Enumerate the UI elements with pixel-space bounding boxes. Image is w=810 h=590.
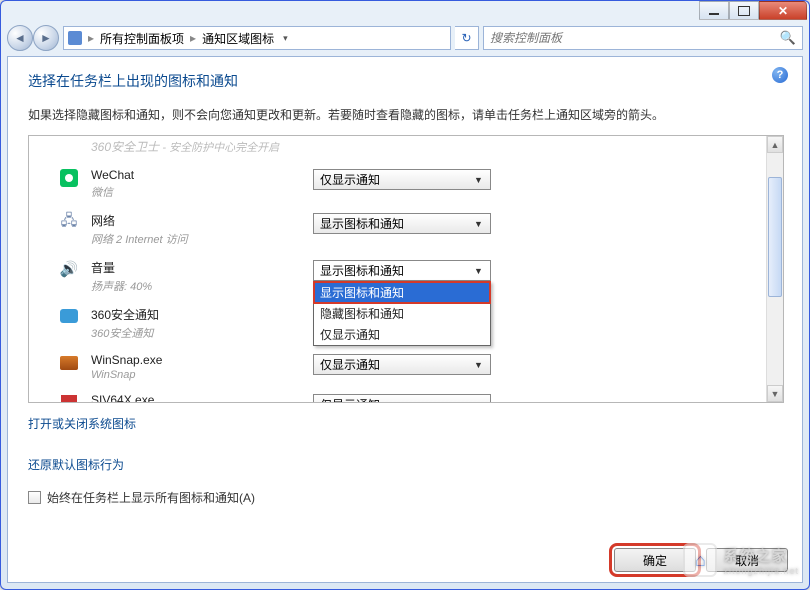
- close-button[interactable]: [759, 1, 807, 20]
- navbar: ◄ ► ▸ 所有控制面板项 ▸ 通知区域图标 ▾ ↻ 🔍: [1, 21, 809, 55]
- scroll-thumb[interactable]: [768, 177, 782, 297]
- behavior-combo[interactable]: 仅显示通知 ▼: [313, 354, 491, 375]
- item-subtitle: - 安全防护中心完全开启: [162, 142, 279, 154]
- behavior-dropdown: 显示图标和通知 隐藏图标和通知 仅显示通知: [313, 281, 491, 346]
- list-item: WinSnap.exe WinSnap 仅显示通知 ▼: [29, 347, 766, 387]
- back-button[interactable]: ◄: [7, 25, 33, 51]
- item-name: 网络: [91, 212, 301, 229]
- always-show-checkbox-row: 始终在任务栏上显示所有图标和通知(A): [28, 489, 784, 506]
- forward-button[interactable]: ►: [33, 25, 59, 51]
- control-panel-icon: [68, 31, 82, 45]
- item-name: 360安全通知: [91, 306, 301, 323]
- scrollbar[interactable]: ▲ ▼: [766, 136, 783, 402]
- ok-button[interactable]: 确定: [614, 548, 696, 572]
- dropdown-option[interactable]: 隐藏图标和通知: [314, 303, 490, 324]
- item-subtitle: 网络 2 Internet 访问: [91, 231, 301, 247]
- item-name: SIV64X.exe: [91, 393, 301, 402]
- speaker-icon: 🔊: [59, 259, 79, 279]
- chevron-right-icon: ▸: [88, 31, 94, 45]
- app-icon: [59, 306, 79, 326]
- refresh-button[interactable]: ↻: [455, 26, 479, 50]
- address-bar[interactable]: ▸ 所有控制面板项 ▸ 通知区域图标 ▾: [63, 26, 451, 50]
- scroll-track[interactable]: [767, 153, 783, 385]
- list-item: 🖧 网络 网络 2 Internet 访问 显示图标和通知 ▼: [29, 206, 766, 253]
- button-bar: 确定 取消: [614, 548, 788, 572]
- combo-value: 显示图标和通知: [320, 262, 404, 279]
- chevron-down-icon: ▼: [471, 266, 486, 276]
- item-subtitle: WinSnap: [91, 369, 301, 381]
- chevron-down-icon: ▼: [471, 175, 486, 185]
- content-pane: ? 选择在任务栏上出现的图标和通知 如果选择隐藏图标和通知，则不会向您通知更改和…: [7, 56, 803, 583]
- titlebar: [1, 1, 809, 21]
- behavior-combo[interactable]: 仅显示通知 ▼: [313, 394, 491, 402]
- scroll-down-button[interactable]: ▼: [767, 385, 783, 402]
- behavior-combo[interactable]: 仅显示通知 ▼: [313, 169, 491, 190]
- scroll-up-button[interactable]: ▲: [767, 136, 783, 153]
- combo-value: 显示图标和通知: [320, 215, 404, 232]
- chevron-down-icon: ▼: [471, 219, 486, 229]
- page-description: 如果选择隐藏图标和通知，则不会向您通知更改和更新。若要随时查看隐藏的图标，请单击…: [28, 105, 784, 125]
- help-icon[interactable]: ?: [772, 67, 788, 83]
- item-subtitle: 扬声器: 40%: [91, 278, 301, 294]
- combo-value: 仅显示通知: [320, 171, 380, 188]
- network-icon: 🖧: [59, 212, 79, 232]
- list-item: 360安全卫士 - 安全防护中心完全开启: [29, 138, 766, 162]
- item-name: WeChat: [91, 168, 301, 182]
- item-subtitle: 微信: [91, 184, 301, 200]
- behavior-combo[interactable]: 显示图标和通知 ▼ 显示图标和通知 隐藏图标和通知 仅显示通知: [313, 260, 491, 281]
- list-item: SIV64X.exe SIV64X - System Information V…: [29, 387, 766, 402]
- combo-value: 仅显示通知: [320, 356, 380, 373]
- item-name: WinSnap.exe: [91, 353, 301, 367]
- app-icon: [59, 393, 79, 402]
- chevron-right-icon: ▸: [190, 31, 196, 45]
- app-icon: [59, 353, 79, 373]
- chevron-down-icon: ▼: [471, 360, 486, 370]
- item-subtitle: 360安全通知: [91, 325, 301, 341]
- item-name: 360安全卫士: [91, 140, 159, 154]
- list-item: WeChat 微信 仅显示通知 ▼: [29, 162, 766, 206]
- checkbox-label: 始终在任务栏上显示所有图标和通知(A): [47, 489, 255, 506]
- page-title: 选择在任务栏上出现的图标和通知: [28, 71, 784, 91]
- search-box[interactable]: 🔍: [483, 26, 803, 50]
- list-viewport: 360安全卫士 - 安全防护中心完全开启 WeChat 微信 仅显示通知 ▼: [29, 136, 766, 402]
- dropdown-option[interactable]: 显示图标和通知: [314, 282, 490, 303]
- cancel-button[interactable]: 取消: [706, 548, 788, 572]
- dropdown-option[interactable]: 仅显示通知: [314, 324, 490, 345]
- app-icon: [59, 138, 79, 158]
- window: ◄ ► ▸ 所有控制面板项 ▸ 通知区域图标 ▾ ↻ 🔍 ? 选择在任务栏上出现…: [0, 0, 810, 590]
- wechat-icon: [59, 168, 79, 188]
- list-item: 🔊 音量 扬声器: 40% 显示图标和通知 ▼ 显示图标和通知 隐藏图标和通知 …: [29, 253, 766, 300]
- maximize-button[interactable]: [729, 1, 759, 20]
- nav-buttons: ◄ ►: [7, 25, 59, 51]
- minimize-button[interactable]: [699, 1, 729, 20]
- notification-list: 360安全卫士 - 安全防护中心完全开启 WeChat 微信 仅显示通知 ▼: [28, 135, 784, 403]
- behavior-combo[interactable]: 显示图标和通知 ▼: [313, 213, 491, 234]
- restore-defaults-link[interactable]: 还原默认图标行为: [28, 456, 784, 473]
- breadcrumb-item[interactable]: 所有控制面板项: [100, 30, 184, 47]
- system-icons-link[interactable]: 打开或关闭系统图标: [28, 415, 784, 432]
- item-name: 音量: [91, 259, 301, 276]
- combo-value: 仅显示通知: [320, 396, 380, 402]
- search-input[interactable]: [490, 31, 780, 45]
- chevron-down-icon[interactable]: ▾: [280, 33, 291, 44]
- always-show-checkbox[interactable]: [28, 491, 41, 504]
- breadcrumb-item[interactable]: 通知区域图标: [202, 30, 274, 47]
- chevron-down-icon: ▼: [471, 400, 486, 403]
- search-icon[interactable]: 🔍: [780, 30, 796, 46]
